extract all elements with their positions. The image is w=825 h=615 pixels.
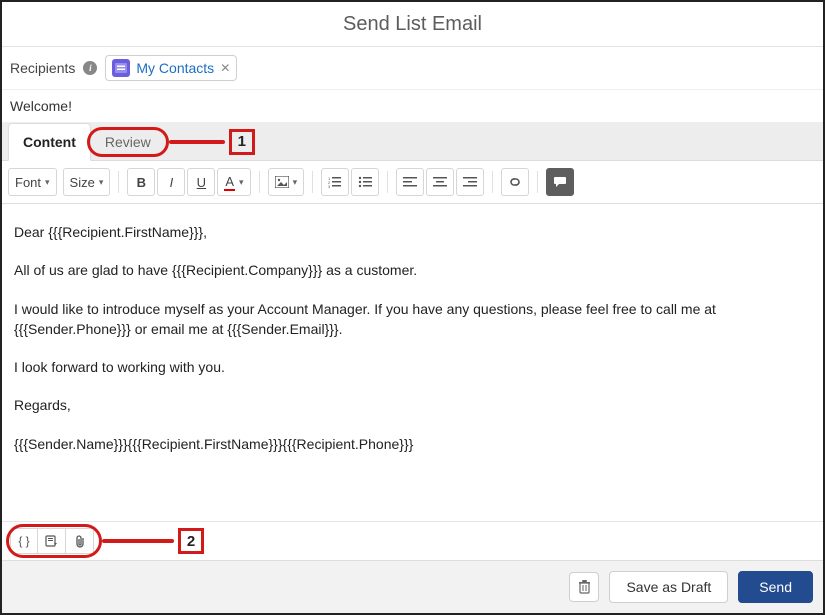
align-right-button[interactable] [456, 168, 484, 196]
merge-field-button[interactable]: { } [10, 528, 38, 554]
image-button[interactable] [268, 168, 305, 196]
text-color-button[interactable]: A [217, 168, 250, 196]
link-button[interactable] [501, 168, 529, 196]
email-body-editor[interactable]: Dear {{{Recipient.FirstName}}}, All of u… [2, 204, 823, 521]
recipient-chip-label: My Contacts [136, 60, 214, 76]
callout-line-1 [169, 140, 225, 144]
toolbar-separator [492, 171, 493, 193]
body-paragraph: Dear {{{Recipient.FirstName}}}, [14, 222, 811, 242]
toolbar-separator [312, 171, 313, 193]
callout-box-1: 1 [229, 129, 255, 155]
tab-content[interactable]: Content [8, 123, 91, 161]
attachment-button[interactable] [66, 528, 94, 554]
template-button[interactable] [38, 528, 66, 554]
info-icon[interactable]: i [83, 61, 97, 75]
italic-button[interactable]: I [157, 168, 185, 196]
toolbar-separator [118, 171, 119, 193]
bold-button[interactable]: B [127, 168, 155, 196]
underline-button[interactable]: U [187, 168, 215, 196]
bottom-toolbar: { } 2 [2, 521, 823, 560]
body-paragraph: I would like to introduce myself as your… [14, 299, 811, 340]
send-button[interactable]: Send [738, 571, 813, 603]
recipients-label: Recipients [10, 60, 75, 76]
tabs-row: Content Review 1 [2, 123, 823, 161]
footer: Save as Draft Send [2, 560, 823, 613]
body-paragraph: All of us are glad to have {{{Recipient.… [14, 260, 811, 280]
body-paragraph: I look forward to working with you. [14, 357, 811, 377]
dialog-title: Send List Email [2, 2, 823, 47]
callout-line-2 [102, 539, 174, 543]
delete-button[interactable] [569, 572, 599, 602]
toolbar-separator [259, 171, 260, 193]
body-paragraph: Regards, [14, 395, 811, 415]
size-dropdown[interactable]: Size [63, 168, 111, 196]
body-paragraph: {{{Sender.Name}}}{{{Recipient.FirstName}… [14, 434, 811, 454]
ordered-list-button[interactable]: 123 [321, 168, 349, 196]
recipient-chip[interactable]: My Contacts ✕ [105, 55, 237, 81]
recipients-row: Recipients i My Contacts ✕ [2, 47, 823, 90]
toolbar-separator [387, 171, 388, 193]
toolbar-separator [537, 171, 538, 193]
align-center-button[interactable] [426, 168, 454, 196]
save-draft-button[interactable]: Save as Draft [609, 571, 728, 603]
tab-review[interactable]: Review [91, 124, 165, 160]
align-left-button[interactable] [396, 168, 424, 196]
remove-chip-icon[interactable]: ✕ [220, 61, 230, 75]
quick-text-button[interactable] [546, 168, 574, 196]
editor-toolbar: Font Size B I U A 123 [2, 161, 823, 204]
callout-box-2: 2 [178, 528, 204, 554]
contacts-icon [112, 59, 130, 77]
subject-input[interactable]: Welcome! [2, 90, 823, 123]
unordered-list-button[interactable] [351, 168, 379, 196]
svg-text:3: 3 [328, 184, 331, 188]
font-dropdown[interactable]: Font [8, 168, 57, 196]
